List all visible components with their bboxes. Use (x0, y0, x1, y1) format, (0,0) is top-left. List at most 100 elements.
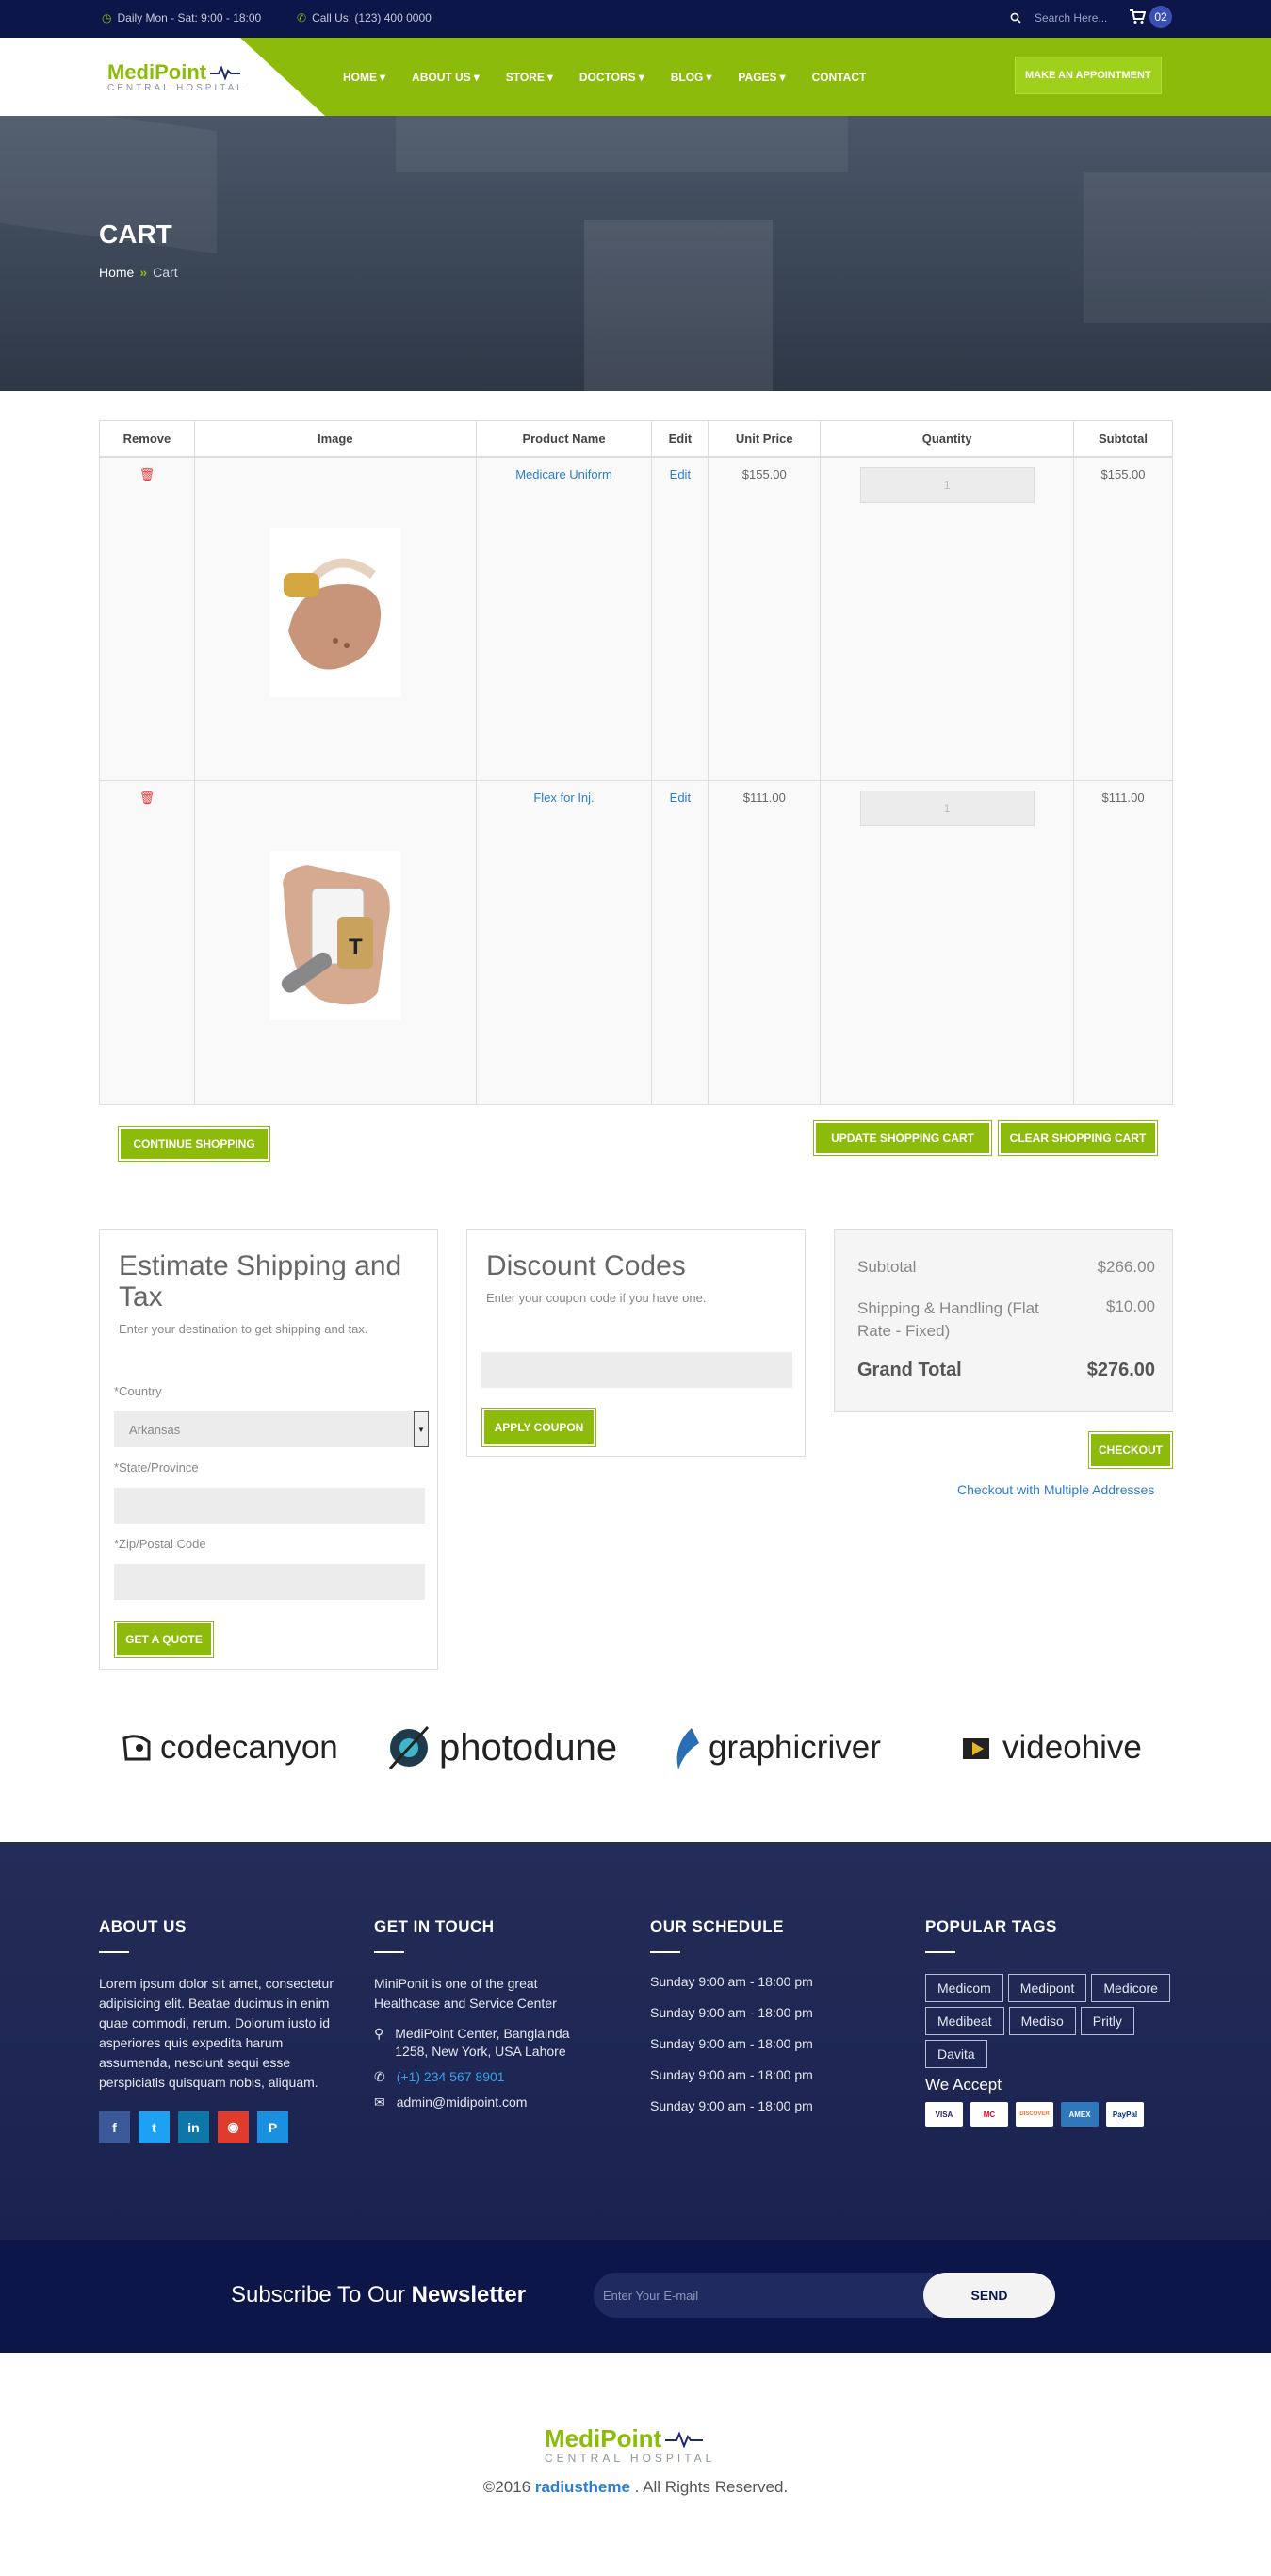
brand-logo-videohive[interactable]: videohive (959, 1715, 1142, 1781)
grand-total-label: Grand Total (857, 1360, 962, 1380)
chevron-right-icon: » (139, 265, 148, 280)
remove-cell: 🗑 (99, 780, 195, 1105)
linkedin-icon[interactable]: in (178, 2111, 209, 2143)
col-unit-price: Unit Price (708, 420, 822, 458)
product-image[interactable]: T (269, 851, 401, 1020)
heartbeat-icon (210, 65, 241, 80)
cart-button[interactable]: 02 (1129, 6, 1172, 28)
image-cell: T (193, 780, 477, 1105)
footer-logo[interactable]: MediPoint CENTRAL HOSPITAL (545, 2424, 715, 2465)
tag-link[interactable]: Mediso (1008, 2007, 1076, 2035)
zip-label: *Zip/Postal Code (114, 1537, 206, 1551)
clock-icon: ◷ (102, 11, 112, 24)
product-name-cell: Flex for Inj. (475, 780, 653, 1105)
multi-address-link[interactable]: Checkout with Multiple Addresses (957, 1482, 1154, 1497)
brand-logo-graphicriver[interactable]: graphicriver (665, 1715, 881, 1781)
unit-price: $155.00 (708, 456, 822, 781)
grand-total-value: $276.00 (1086, 1360, 1155, 1380)
tag-link[interactable]: Pritly (1080, 2007, 1134, 2035)
schedule-item: Sunday 9:00 am - 18:00 pm (650, 2036, 813, 2051)
social-links: f t in ◉ P (99, 2111, 334, 2143)
rss-icon[interactable]: ◉ (218, 2111, 249, 2143)
tag-link[interactable]: Medipont (1007, 1974, 1087, 2002)
coupon-input[interactable] (481, 1352, 792, 1388)
newsletter-section: Subscribe To Our Newsletter Enter Your E… (0, 2240, 1271, 2353)
nav-doctors[interactable]: DOCTORS ▾ (566, 71, 658, 84)
divider (99, 1951, 129, 1953)
search-box[interactable]: Search Here... (1010, 11, 1107, 24)
phone-link[interactable]: (+1) 234 567 8901 (397, 2068, 505, 2086)
get-quote-button[interactable]: GET A QUOTE (115, 1622, 213, 1657)
brand-name: photodune (439, 1726, 618, 1769)
order-totals-panel: Subtotal $266.00 Shipping & Handling (Fl… (834, 1229, 1173, 1412)
discount-panel: Discount Codes Enter your coupon code if… (466, 1229, 806, 1457)
country-select[interactable]: Arkansas ▼ (114, 1411, 429, 1447)
nav-contact[interactable]: CONTACT (799, 71, 880, 84)
table-header-row: Remove Image Product Name Edit Unit Pric… (99, 420, 1173, 458)
state-input[interactable] (114, 1488, 425, 1524)
footer-logo-name: MediPoint (545, 2424, 662, 2453)
site-footer: ABOUT US Lorem ipsum dolor sit amet, con… (0, 1842, 1271, 2240)
search-input[interactable]: Search Here... (1035, 11, 1107, 24)
newsletter-send-button[interactable]: SEND (923, 2273, 1055, 2318)
nav-home[interactable]: HOME ▾ (330, 71, 399, 84)
tag-link[interactable]: Medicom (925, 1974, 1003, 2002)
address-row: ⚲ MediPoint Center, Banglainda 1258, New… (374, 2025, 600, 2061)
tag-link[interactable]: Medibeat (925, 2007, 1004, 2035)
nav-blog[interactable]: BLOG ▾ (658, 71, 725, 84)
breadcrumb: Home » Cart (99, 265, 178, 280)
chevron-down-icon: ▾ (546, 70, 553, 84)
cart-icon[interactable] (1129, 9, 1146, 24)
quantity-input[interactable]: 1 (859, 466, 1035, 503)
newsletter-title: Subscribe To Our Newsletter (231, 2282, 526, 2308)
nav-pages[interactable]: PAGES ▾ (725, 71, 798, 84)
brand-logo-photodune[interactable]: photodune (384, 1715, 617, 1781)
call-text: Call Us: (123) 400 0000 (312, 11, 432, 24)
graphicriver-icon (676, 1728, 699, 1769)
divider (374, 1951, 404, 1953)
newsletter-email-input[interactable]: Enter Your E-mail (594, 2273, 933, 2318)
twitter-icon[interactable]: t (139, 2111, 170, 2143)
remove-cell: 🗑 (99, 456, 195, 781)
breadcrumb-home[interactable]: Home (99, 265, 134, 280)
site-logo[interactable]: MediPoint CENTRAL HOSPITAL (107, 60, 245, 93)
state-label: *State/Province (114, 1460, 199, 1475)
apply-coupon-button[interactable]: APPLY COUPON (482, 1409, 595, 1446)
appointment-button[interactable]: MAKE AN APPOINTMENT (1015, 57, 1162, 94)
clear-cart-button[interactable]: CLEAR SHOPPING CART (999, 1121, 1157, 1155)
search-icon[interactable] (1010, 12, 1021, 24)
update-cart-button[interactable]: UPDATE SHOPPING CART (814, 1121, 991, 1155)
brand-logo-codecanyon[interactable]: codecanyon (121, 1715, 338, 1781)
quantity-input[interactable]: 1 (859, 791, 1035, 826)
copyright: ©2016 radiustheme . All Rights Reserved. (0, 2478, 1271, 2497)
tag-link[interactable]: Medicore (1091, 1974, 1170, 2002)
product-image[interactable] (269, 527, 401, 697)
edit-link[interactable]: Edit (670, 791, 691, 805)
hours-text: Daily Mon - Sat: 9:00 - 18:00 (117, 11, 262, 24)
schedule-item: Sunday 9:00 am - 18:00 pm (650, 2098, 813, 2113)
zip-input[interactable] (114, 1564, 425, 1600)
email-link[interactable]: admin@midipoint.com (397, 2094, 528, 2111)
product-link[interactable]: Medicare Uniform (515, 467, 612, 481)
table-row: 🗑 Medicare Uniform Edit $155.00 1 $155.0… (99, 456, 1173, 781)
footer-about-title: ABOUT US (99, 1917, 187, 1935)
nav-label: CONTACT (811, 70, 867, 84)
chevron-down-icon: ▾ (473, 70, 480, 84)
trash-icon[interactable]: 🗑 (139, 791, 155, 805)
facebook-icon[interactable]: f (99, 2111, 130, 2143)
checkout-button[interactable]: CHECKOUT (1089, 1432, 1172, 1468)
tag-link[interactable]: Davita (925, 2040, 987, 2068)
trash-icon[interactable]: 🗑 (139, 467, 155, 481)
nav-store[interactable]: STORE ▾ (493, 71, 566, 84)
nav-about-us[interactable]: ABOUT US ▾ (399, 71, 493, 84)
newsletter-title-light: Subscribe To Our (231, 2282, 412, 2307)
edit-link[interactable]: Edit (670, 467, 691, 481)
newsletter-title-bold: Newsletter (411, 2282, 527, 2307)
product-link[interactable]: Flex for Inj. (533, 791, 594, 805)
footer-touch-title: GET IN TOUCH (374, 1917, 495, 1935)
pinterest-icon[interactable]: P (257, 2111, 288, 2143)
copyright-brand-link[interactable]: radiustheme (535, 2478, 630, 2496)
visa-card-icon: VISA (925, 2102, 963, 2127)
divider (650, 1951, 680, 1953)
continue-shopping-button[interactable]: CONTINUE SHOPPING (119, 1127, 269, 1161)
